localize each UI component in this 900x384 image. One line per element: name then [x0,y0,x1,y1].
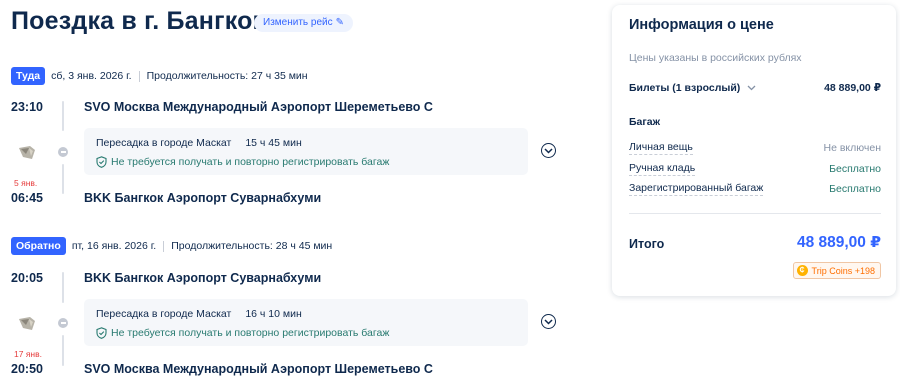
return-depart-airport: BKK Бангкок Аэропорт Суварнабхуми [84,271,322,285]
baggage-item-label: Зарегистрированный багаж [629,182,764,196]
return-badge: Обратно [11,237,66,255]
expand-details-button[interactable] [541,143,556,158]
outbound-segment: Туда сб, 3 янв. 2026 г. Продолжительност… [0,67,590,212]
baggage-note: Не требуется получать и повторно регистр… [111,327,390,339]
transfer-duration: 16 ч 10 мин [245,308,302,320]
page-title: Поездка в г. Бангкок [11,7,266,35]
baggage-title: Багаж [629,116,661,128]
price-card-title: Информация о цене [629,17,774,33]
change-flight-label: Изменить рейс [263,17,333,28]
transfer-city: Пересадка в городе Маскат [96,137,232,149]
return-duration: Продолжительность: 28 ч 45 мин [171,240,333,252]
return-depart-time: 20:05 [11,271,43,285]
baggage-item-checked: Зарегистрированный багаж Бесплатно [629,182,881,196]
chevron-down-icon [747,85,756,91]
timeline-line [62,335,64,366]
outbound-duration: Продолжительность: 27 ч 35 мин [146,70,308,82]
baggage-item-label: Ручная кладь [629,162,696,176]
outbound-depart-airport: SVO Москва Международный Аэропорт Шереме… [84,100,433,114]
timeline-line [62,101,64,131]
return-segment: Обратно пт, 16 янв. 2026 г. Продолжитель… [0,237,590,384]
airline-logo [19,317,35,330]
chevron-down-icon [544,318,553,325]
tickets-label: Билеты (1 взрослый) [629,82,741,94]
trip-coins-badge: ₵ Trip Coins +198 [792,262,881,279]
return-arrive-time: 20:50 [11,362,43,376]
outbound-depart-time: 23:10 [11,100,43,114]
arrival-date-change: 5 янв. [14,178,38,188]
baggage-item-personal: Личная вещь Не включен [629,141,881,155]
tickets-value: 48 889,00 ₽ [824,82,881,94]
outbound-arrive-airport: BKK Бангкок Аэропорт Суварнабхуми [84,191,322,205]
return-date: пт, 16 янв. 2026 г. [71,240,157,252]
transfer-dot [58,318,68,328]
transfer-info: Пересадка в городе Маскат 15 ч 45 мин Не … [84,128,528,175]
change-flight-button[interactable]: Изменить рейс ✎ [254,14,353,32]
baggage-item-value: Бесплатно [829,183,881,195]
baggage-note: Не требуется получать и повторно регистр… [111,156,390,168]
tickets-row[interactable]: Билеты (1 взрослый) 48 889,00 ₽ [629,82,881,94]
transfer-city: Пересадка в городе Маскат [96,308,232,320]
baggage-header: Багаж [629,116,881,128]
transfer-info: Пересадка в городе Маскат 16 ч 10 мин Не … [84,299,528,346]
shield-check-icon [96,156,107,168]
total-label: Итого [629,237,665,251]
transfer-duration: 15 ч 45 мин [245,137,302,149]
trip-coins-label: Trip Coins +198 [811,265,875,276]
return-arrive-airport: SVO Москва Международный Аэропорт Шереме… [84,362,433,376]
transfer-dot [58,147,68,157]
baggage-item-value: Бесплатно [829,163,881,175]
divider [163,240,165,252]
divider [629,213,881,214]
currency-note: Цены указаны в российских рублях [629,52,802,64]
return-header: Обратно пт, 16 янв. 2026 г. Продолжитель… [11,237,332,255]
shield-check-icon [96,327,107,339]
coin-icon: ₵ [796,265,808,276]
expand-details-button[interactable] [541,314,556,329]
baggage-item-carry-on: Ручная кладь Бесплатно [629,162,881,176]
outbound-badge: Туда [11,67,46,85]
outbound-date: сб, 3 янв. 2026 г. [51,70,132,82]
outbound-header: Туда сб, 3 янв. 2026 г. Продолжительност… [11,67,308,85]
chevron-down-icon [544,147,553,154]
baggage-item-label: Личная вещь [629,141,693,155]
timeline-line [62,272,64,303]
pencil-icon: ✎ [335,17,344,28]
arrival-date-change: 17 янв. [14,349,42,359]
outbound-arrive-time: 06:45 [11,191,43,205]
total-value: 48 889,00 ₽ [796,234,881,251]
price-info-card: Информация о цене Цены указаны в российс… [612,5,896,296]
timeline-line [62,164,64,194]
divider [138,70,140,82]
baggage-item-value: Не включен [823,142,881,154]
airline-logo [19,146,35,159]
